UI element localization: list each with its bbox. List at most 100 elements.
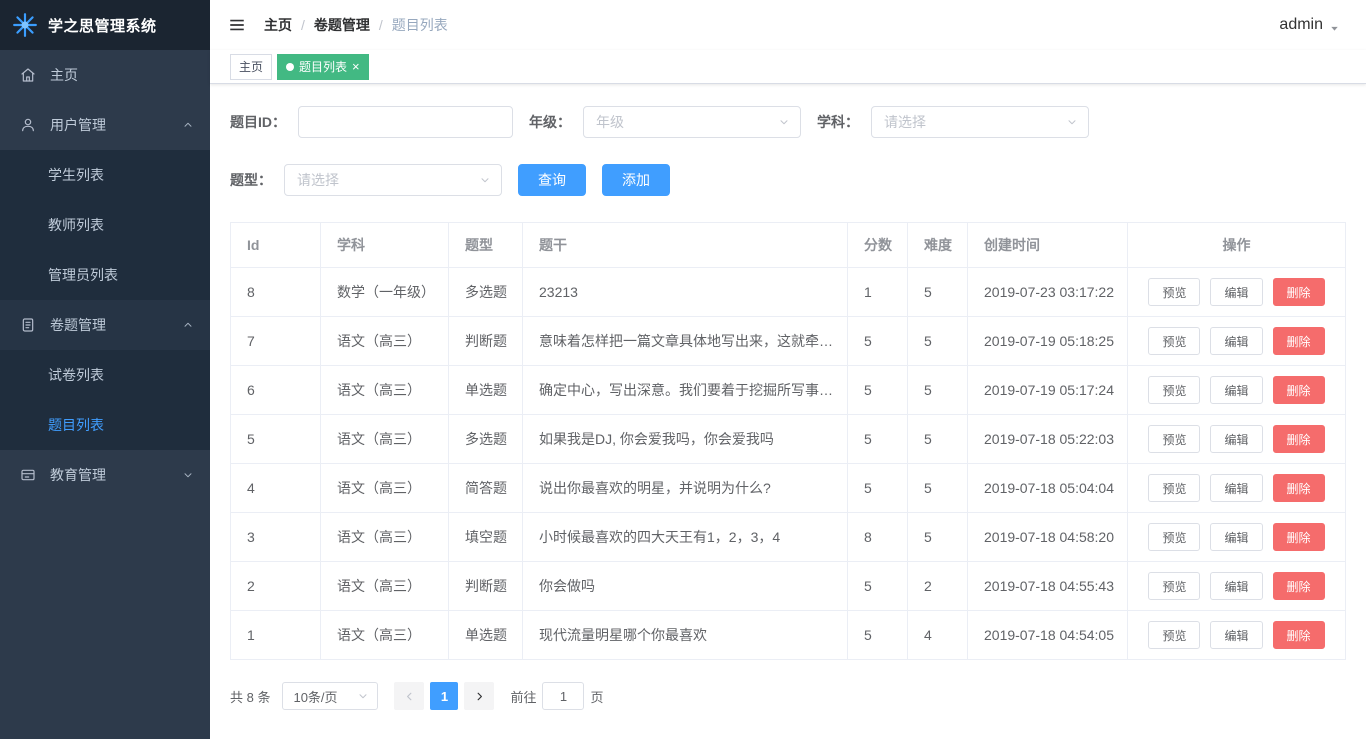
pagination-total: 共 8 条 xyxy=(230,689,271,705)
question-id-label: 题目ID： xyxy=(230,114,286,130)
active-tab-dot xyxy=(286,62,295,71)
edit-button[interactable]: 编辑 xyxy=(1210,523,1263,551)
tab-close-icon[interactable]: × xyxy=(352,60,360,73)
main-area: 主页 / 卷题管理 / 题目列表 admin 主页 题目列表 × 题目ID： 年级： 年级 xyxy=(210,0,1366,739)
view-tab-1[interactable]: 题目列表 × xyxy=(277,53,369,80)
edit-button[interactable]: 编辑 xyxy=(1210,474,1263,502)
cell-id: 2 xyxy=(230,561,321,611)
cell-subject: 语文（高三） xyxy=(320,316,449,366)
document-icon xyxy=(20,317,38,333)
preview-button[interactable]: 预览 xyxy=(1148,425,1201,453)
delete-button[interactable]: 删除 xyxy=(1272,278,1325,306)
sidebar-subitem[interactable]: 题目列表 xyxy=(0,400,210,450)
cell-difficulty: 5 xyxy=(907,512,968,562)
subject-select-value: 请选择 xyxy=(884,114,926,130)
cell-score: 5 xyxy=(847,365,908,415)
breadcrumb-item-1[interactable]: 卷题管理 xyxy=(314,15,370,35)
app-logo-icon xyxy=(12,12,38,38)
cell-subject: 语文（高三） xyxy=(320,414,449,464)
cell-difficulty: 5 xyxy=(907,414,968,464)
cell-created_at: 2019-07-18 04:58:20 xyxy=(967,512,1128,562)
cell-created_at: 2019-07-18 04:54:05 xyxy=(967,610,1128,660)
cell-score: 5 xyxy=(847,414,908,464)
edit-button[interactable]: 编辑 xyxy=(1210,621,1263,649)
pagination: 共 8 条 10条/页 1 前往 1 页 xyxy=(230,682,1346,710)
delete-button[interactable]: 删除 xyxy=(1272,572,1325,600)
delete-button[interactable]: 删除 xyxy=(1272,474,1325,502)
sidebar-item-0[interactable]: 主页 xyxy=(0,50,210,100)
next-page-button[interactable] xyxy=(464,682,495,710)
preview-button[interactable]: 预览 xyxy=(1148,572,1201,600)
sidebar-toggle-button[interactable] xyxy=(228,16,246,34)
prev-page-button[interactable] xyxy=(394,682,425,710)
sidebar-subitem[interactable]: 教师列表 xyxy=(0,200,210,250)
sidebar-submenu: 学生列表教师列表管理员列表 xyxy=(0,150,210,300)
cell-actions: 预览 编辑 删除 xyxy=(1127,267,1346,317)
preview-button[interactable]: 预览 xyxy=(1148,327,1201,355)
edit-button[interactable]: 编辑 xyxy=(1210,376,1263,404)
sidebar-subitem[interactable]: 试卷列表 xyxy=(0,350,210,400)
question-type-select-value: 请选择 xyxy=(297,172,339,188)
page-size-value: 10条/页 xyxy=(293,689,338,705)
grade-label: 年级： xyxy=(529,114,571,130)
subject-select[interactable]: 请选择 xyxy=(871,106,1089,138)
subject-label: 学科： xyxy=(817,114,859,130)
cell-actions: 预览 编辑 删除 xyxy=(1127,610,1346,660)
sidebar-subitem[interactable]: 学生列表 xyxy=(0,150,210,200)
breadcrumb-separator: / xyxy=(301,17,305,33)
view-tab-label: 主页 xyxy=(239,60,264,74)
grade-select[interactable]: 年级 xyxy=(583,106,801,138)
app-window: 学之思管理系统 主页 用户管理 学生列表 教师列表 管理员列表 卷题管理 试卷列表 题目列表教… xyxy=(0,0,1366,739)
cell-stem: 确定中心，写出深意。我们要着于挖掘所写事件… xyxy=(522,365,848,415)
breadcrumb-item-0[interactable]: 主页 xyxy=(264,15,292,35)
chevron-left-icon xyxy=(403,690,416,703)
question-type-select[interactable]: 请选择 xyxy=(284,164,502,196)
cell-difficulty: 2 xyxy=(907,561,968,611)
user-menu[interactable]: admin xyxy=(1279,16,1340,34)
preview-button[interactable]: 预览 xyxy=(1148,621,1201,649)
add-button[interactable]: 添加 xyxy=(602,164,670,196)
page-size-select[interactable]: 10条/页 xyxy=(282,682,379,710)
sidebar-item-1[interactable]: 用户管理 xyxy=(0,100,210,150)
cell-score: 1 xyxy=(847,267,908,317)
delete-button[interactable]: 删除 xyxy=(1272,621,1325,649)
cell-difficulty: 5 xyxy=(907,365,968,415)
table-row-3: 3 语文（高三） 填空题 小时候最喜欢的四大天王有1，2，3，4 8 5 2019-07-1… xyxy=(230,512,1346,562)
chevron-down-icon xyxy=(1329,23,1340,34)
table-row-8: 8 数学（一年级） 多选题 23213 1 5 2019-07-23 03:17:22 预览编… xyxy=(230,267,1346,317)
preview-button[interactable]: 预览 xyxy=(1148,474,1201,502)
cell-created_at: 2019-07-18 05:04:04 xyxy=(967,463,1128,513)
edit-button[interactable]: 编辑 xyxy=(1210,278,1263,306)
tabs-bar: 主页 题目列表 × xyxy=(210,50,1366,84)
cell-qtype: 多选题 xyxy=(448,414,523,464)
sidebar-item-2[interactable]: 卷题管理 xyxy=(0,300,210,350)
sidebar-subitem-label: 教师列表 xyxy=(48,217,104,233)
sidebar-item-3[interactable]: 教育管理 xyxy=(0,450,210,500)
search-button[interactable]: 查询 xyxy=(518,164,586,196)
table-header-4: 分数 xyxy=(847,222,908,268)
delete-button[interactable]: 删除 xyxy=(1272,327,1325,355)
cell-id: 6 xyxy=(230,365,321,415)
edit-button[interactable]: 编辑 xyxy=(1210,327,1263,355)
edit-button[interactable]: 编辑 xyxy=(1210,572,1263,600)
sidebar-subitem[interactable]: 管理员列表 xyxy=(0,250,210,300)
delete-button[interactable]: 删除 xyxy=(1272,523,1325,551)
page-number-1[interactable]: 1 xyxy=(430,682,459,710)
breadcrumb: 主页 / 卷题管理 / 题目列表 xyxy=(264,15,448,35)
goto-page-input[interactable] xyxy=(542,682,585,710)
sidebar: 学之思管理系统 主页 用户管理 学生列表 教师列表 管理员列表 卷题管理 试卷列表 题目列表教… xyxy=(0,0,210,739)
chevron-down-icon xyxy=(479,174,491,186)
preview-button[interactable]: 预览 xyxy=(1148,376,1201,404)
edit-button[interactable]: 编辑 xyxy=(1210,425,1263,453)
table-body: 8 数学（一年级） 多选题 23213 1 5 2019-07-23 03:17:22 预览编… xyxy=(230,267,1346,660)
filter-row-2: 题型： 请选择 查询 添加 xyxy=(230,164,1346,196)
cell-stem: 你会做吗 xyxy=(522,561,848,611)
view-tab-0[interactable]: 主页 xyxy=(230,53,273,80)
question-id-input[interactable] xyxy=(298,106,513,138)
cell-id: 7 xyxy=(230,316,321,366)
preview-button[interactable]: 预览 xyxy=(1148,523,1201,551)
preview-button[interactable]: 预览 xyxy=(1148,278,1201,306)
cell-score: 8 xyxy=(847,512,908,562)
delete-button[interactable]: 删除 xyxy=(1272,376,1325,404)
delete-button[interactable]: 删除 xyxy=(1272,425,1325,453)
